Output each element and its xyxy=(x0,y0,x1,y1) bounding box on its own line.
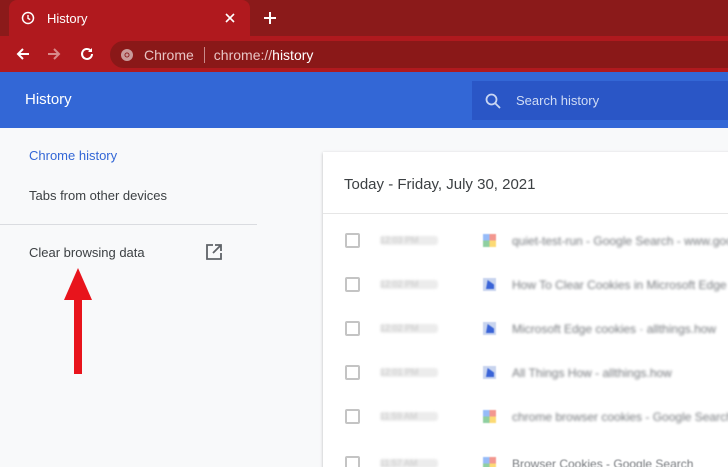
tab-title: History xyxy=(47,10,88,26)
row-checkbox[interactable] xyxy=(345,365,360,380)
history-row[interactable]: 11:57 AM Browser Cookies - Google Search xyxy=(323,442,728,467)
history-row[interactable]: 12:01 PM All Things How - allthings.how xyxy=(323,351,728,395)
open-in-new-icon[interactable] xyxy=(205,243,223,261)
sidebar-item-clear-browsing-data[interactable]: Clear browsing data xyxy=(29,245,145,260)
row-checkbox[interactable] xyxy=(345,321,360,336)
tab-history[interactable]: History xyxy=(9,0,250,36)
close-icon[interactable] xyxy=(222,10,238,26)
bing-icon xyxy=(483,322,496,335)
sidebar-item-tabs-other-devices[interactable]: Tabs from other devices xyxy=(29,188,167,203)
bing-icon xyxy=(483,366,496,379)
search-icon xyxy=(484,92,502,110)
reload-icon xyxy=(81,47,93,60)
history-row[interactable]: 12:03 PM quiet-test-run - Google Search … xyxy=(323,219,728,263)
reload-button[interactable] xyxy=(77,44,97,64)
search-input[interactable]: Search history xyxy=(472,81,728,120)
row-title[interactable]: Microsoft Edge cookies · allthings.how xyxy=(512,322,728,336)
row-time: 12:01 PM xyxy=(380,368,438,377)
search-placeholder: Search history xyxy=(516,93,600,108)
history-header: History Search history xyxy=(0,72,728,128)
row-checkbox[interactable] xyxy=(345,456,360,467)
back-button[interactable] xyxy=(13,44,33,64)
tab-strip: History xyxy=(0,0,728,36)
row-checkbox[interactable] xyxy=(345,409,360,424)
sidebar-item-chrome-history[interactable]: Chrome history xyxy=(29,148,117,163)
history-row[interactable]: 12:02 PM Microsoft Edge cookies · allthi… xyxy=(323,307,728,351)
row-title[interactable]: chrome browser cookies - Google Search xyxy=(512,410,728,424)
site-name: Chrome xyxy=(144,46,194,63)
google-icon xyxy=(483,410,496,423)
forward-button[interactable] xyxy=(44,44,64,64)
google-icon xyxy=(483,457,496,467)
url-text: chrome://history xyxy=(213,46,314,63)
row-title[interactable]: All Things How - allthings.how xyxy=(512,366,728,380)
history-row[interactable]: 12:02 PM How To Clear Cookies in Microso… xyxy=(323,263,728,307)
address-bar[interactable]: Chrome chrome://history xyxy=(110,41,728,68)
row-time: 11:57 AM xyxy=(380,459,438,467)
divider xyxy=(203,46,205,63)
row-time: 11:59 AM xyxy=(380,412,438,421)
history-row[interactable]: 11:59 AM chrome browser cookies - Google… xyxy=(323,395,728,439)
bing-icon xyxy=(483,278,496,291)
row-title[interactable]: How To Clear Cookies in Microsoft Edge xyxy=(512,278,728,292)
row-title[interactable]: Browser Cookies - Google Search xyxy=(512,457,728,467)
row-checkbox[interactable] xyxy=(345,277,360,292)
sidebar-divider xyxy=(0,224,257,225)
date-heading: Today - Friday, July 30, 2021 xyxy=(344,176,536,193)
row-time: 12:02 PM xyxy=(380,280,438,289)
row-title[interactable]: quiet-test-run - Google Search - www.goo… xyxy=(512,234,728,248)
row-time: 12:02 PM xyxy=(380,324,438,333)
history-card: Today - Friday, July 30, 2021 12:03 PM q… xyxy=(323,152,728,467)
page-title: History xyxy=(25,91,72,108)
new-tab-button[interactable] xyxy=(260,8,280,28)
google-icon xyxy=(483,234,496,247)
arrow-right-icon xyxy=(48,48,61,60)
history-icon xyxy=(21,11,35,25)
red-arrow-annotation xyxy=(64,268,92,374)
chrome-icon xyxy=(120,48,134,62)
toolbar: Chrome chrome://history xyxy=(0,36,728,72)
date-header: Today - Friday, July 30, 2021 xyxy=(323,152,728,214)
arrow-left-icon xyxy=(16,48,29,60)
plus-icon xyxy=(264,12,276,24)
row-checkbox[interactable] xyxy=(345,233,360,248)
row-time: 12:03 PM xyxy=(380,236,438,245)
